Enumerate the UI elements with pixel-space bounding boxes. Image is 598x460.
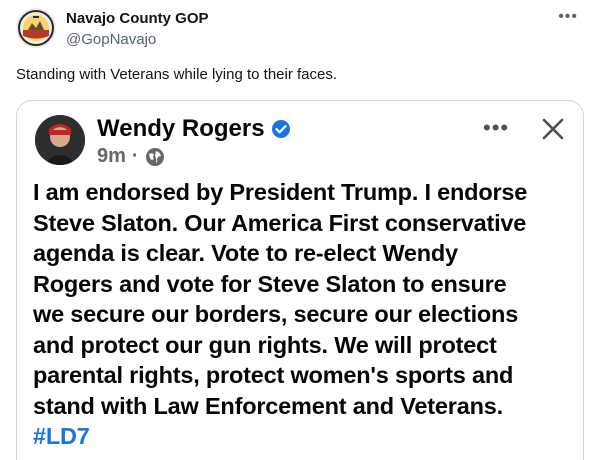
poster-name-text: Wendy Rogers: [97, 115, 265, 142]
post-body: I am endorsed by President Trump. I endo…: [33, 177, 573, 452]
author-avatar[interactable]: [16, 8, 56, 48]
post-body-line: I am endorsed by President Trump. I endo…: [33, 179, 528, 205]
profile-photo: [35, 115, 85, 165]
author-handle[interactable]: @GopNavajo: [66, 31, 156, 48]
post-body-line: stand with Law Enforcement and Veterans.: [33, 392, 503, 419]
author-name[interactable]: Navajo County GOP: [66, 10, 209, 27]
post-time: 9m: [97, 145, 126, 167]
globe-icon: [145, 147, 164, 166]
post-body-line: Steve Slaton. Our America First conserva…: [33, 209, 527, 236]
more-options-icon[interactable]: •••: [558, 8, 578, 26]
post-meta: 9m ·: [97, 145, 165, 168]
post-body-line: and protect our gun rights. We will prot…: [33, 331, 497, 358]
meta-separator: ·: [131, 145, 139, 167]
close-icon[interactable]: [539, 115, 567, 143]
post-body-line: Rogers and vote for Steve Slaton to ensu…: [33, 270, 507, 297]
ellipsis-icon[interactable]: •••: [483, 115, 509, 141]
post-body-line: parental rights, protect women's sports …: [33, 362, 514, 388]
post-body-line: we secure our borders, secure our electi…: [33, 301, 519, 327]
embedded-image[interactable]: Wendy Rogers 9m · ••• I am endorsed by P…: [16, 100, 584, 460]
poster-name[interactable]: Wendy Rogers: [97, 115, 291, 143]
hashtag-link[interactable]: #LD7: [33, 421, 573, 452]
tweet-text: Standing with Veterans while lying to th…: [16, 66, 338, 83]
tweet: Navajo County GOP @GopNavajo ••• Standin…: [0, 0, 598, 460]
verified-badge-icon: [271, 120, 290, 138]
county-seal-icon: [16, 8, 56, 48]
post-body-line: agenda is clear. Vote to re-elect Wendy: [33, 240, 458, 266]
